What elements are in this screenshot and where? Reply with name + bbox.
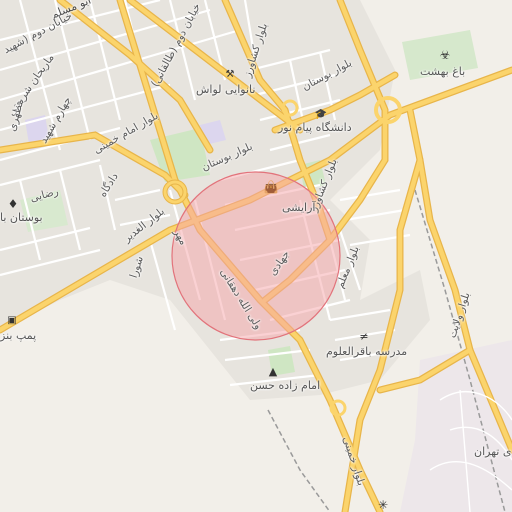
campus-label: ی تهران (474, 445, 512, 458)
school-label: مدرسه باقرالعلوم (326, 345, 408, 358)
bakery-label: نانوایی لواش (196, 83, 256, 96)
university-icon[interactable]: 🎓 (314, 108, 328, 122)
shop-icon[interactable]: 👜 (264, 180, 279, 194)
park-label: بوستان با (0, 211, 43, 224)
bakery-icon[interactable]: ⚒ (224, 69, 236, 81)
university-label: دانشگاه پیام نور (278, 121, 352, 134)
school-icon[interactable]: ≠ (358, 330, 370, 342)
fuel-icon[interactable]: ▣ (6, 315, 18, 327)
interchange-icon[interactable]: ✳ (376, 498, 390, 512)
mausoleum-label: امام زاده حسن (250, 379, 321, 392)
fuel-label: پمپ بنز (0, 329, 37, 342)
cemetery-icon[interactable]: ☣ (438, 48, 452, 62)
mausoleum-icon[interactable]: ▲ (266, 364, 280, 378)
map-canvas[interactable]: ⚒ 🎓 👜 ≠ ▲ ☣ ♦ ▣ ✳ ابو مسلم خیابان دوم (ش… (0, 0, 512, 512)
park-icon[interactable]: ♦ (6, 197, 20, 211)
shop-label: آرایشی (282, 201, 316, 214)
cemetery-label: باغ بهشت (420, 65, 466, 78)
